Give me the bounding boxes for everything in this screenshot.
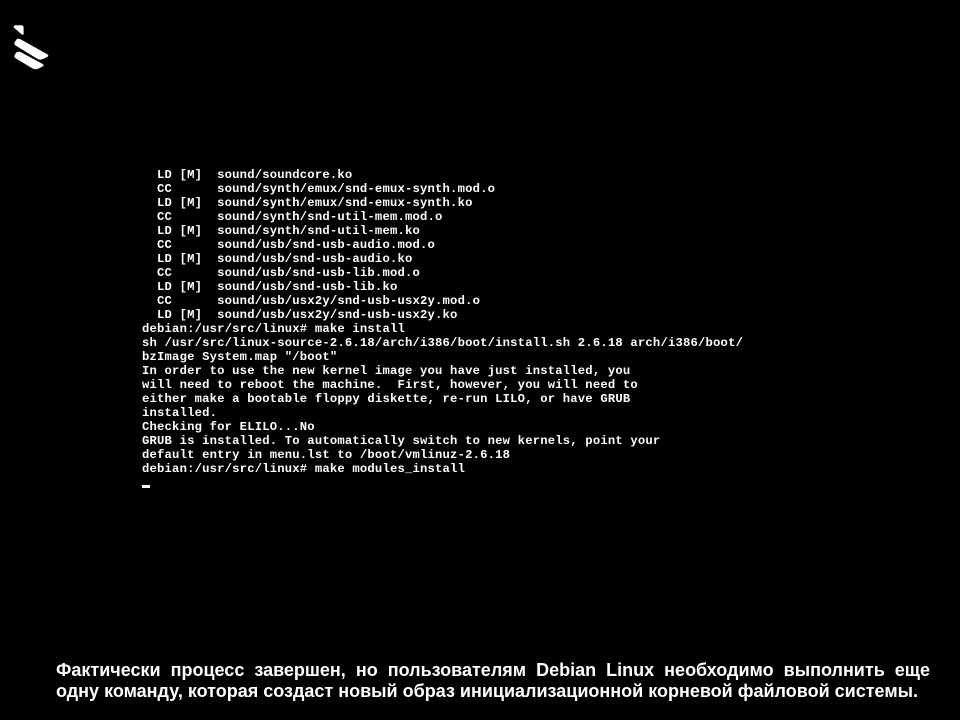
terminal-line: sh /usr/src/linux-source-2.6.18/arch/i38… [142, 336, 922, 350]
terminal-line: debian:/usr/src/linux# make install [142, 322, 922, 336]
caption-text: Фактически процесс завершен, но пользова… [56, 660, 930, 702]
terminal-line: In order to use the new kernel image you… [142, 364, 922, 378]
terminal-cursor [142, 476, 922, 490]
terminal-line: either make a bootable floppy diskette, … [142, 392, 922, 406]
terminal-line: Checking for ELILO...No [142, 420, 922, 434]
terminal-line: default entry in menu.lst to /boot/vmlin… [142, 448, 922, 462]
terminal-line: will need to reboot the machine. First, … [142, 378, 922, 392]
terminal-line: debian:/usr/src/linux# make modules_inst… [142, 462, 922, 476]
terminal-line: bzImage System.map "/boot" [142, 350, 922, 364]
logo-icon [10, 22, 58, 70]
build-output: LD [M] sound/soundcore.ko CC sound/synth… [142, 168, 922, 322]
terminal-line: installed. [142, 406, 922, 420]
terminal-output: LD [M] sound/soundcore.ko CC sound/synth… [142, 168, 922, 490]
terminal-line: GRUB is installed. To automatically swit… [142, 434, 922, 448]
